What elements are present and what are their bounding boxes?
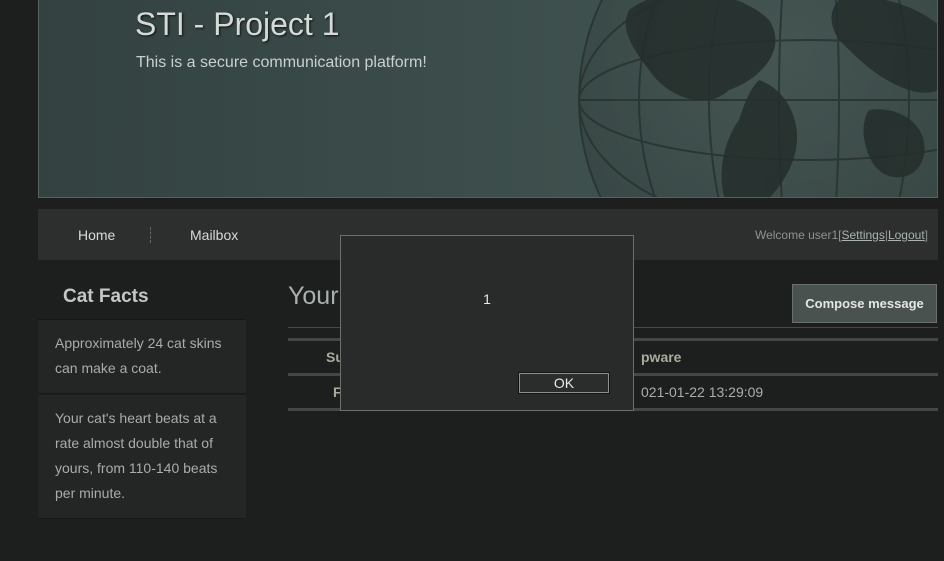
alert-dialog: 1 OK xyxy=(340,235,634,411)
alert-ok-button[interactable]: OK xyxy=(518,372,610,394)
alert-message: 1 xyxy=(483,291,491,307)
alert-overlay: 1 OK xyxy=(0,0,944,561)
